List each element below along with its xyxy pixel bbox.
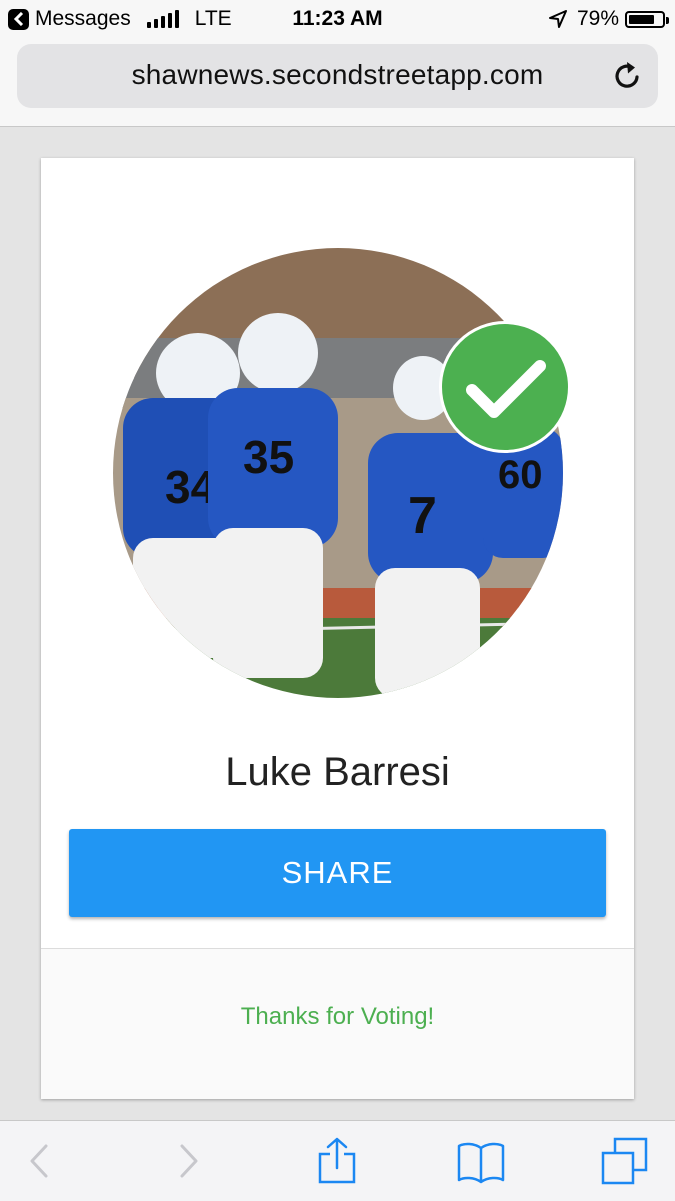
nav-forward-icon[interactable] xyxy=(164,1136,214,1186)
status-right: 79% xyxy=(548,7,669,31)
voted-check-badge xyxy=(439,321,571,453)
bookmarks-icon[interactable] xyxy=(456,1136,506,1186)
status-bar: Messages LTE 11:23 AM 79% xyxy=(0,0,675,38)
candidate-name: Luke Barresi xyxy=(225,750,450,794)
battery-percent: 79% xyxy=(576,7,619,30)
divider xyxy=(41,948,634,949)
vote-card: 34 35 7 60 Luke Barresi SHARE Thanks for… xyxy=(41,158,634,1099)
address-bar[interactable]: shawnews.secondstreetapp.com xyxy=(17,44,658,108)
battery-nub xyxy=(666,16,669,24)
tabs-icon[interactable] xyxy=(600,1136,650,1186)
thanks-message: Thanks for Voting! xyxy=(240,1003,435,1030)
candidate-photo: 34 35 7 60 xyxy=(113,248,563,698)
reload-icon[interactable] xyxy=(612,60,644,92)
svg-text:7: 7 xyxy=(408,487,437,545)
card-main: 34 35 7 60 Luke Barresi SHARE xyxy=(41,158,634,948)
svg-text:60: 60 xyxy=(498,453,543,497)
svg-text:35: 35 xyxy=(243,431,294,483)
battery-icon xyxy=(625,10,669,28)
browser-header: shawnews.secondstreetapp.com xyxy=(0,38,675,127)
share-icon[interactable] xyxy=(312,1136,362,1186)
candidate-photo-art: 34 35 7 60 xyxy=(113,248,563,698)
location-arrow-icon xyxy=(548,10,567,28)
nav-back-icon[interactable] xyxy=(14,1136,64,1186)
url-text[interactable]: shawnews.secondstreetapp.com xyxy=(17,59,658,91)
browser-toolbar xyxy=(0,1120,675,1201)
battery-fill xyxy=(629,14,654,24)
checkmark-icon xyxy=(466,360,546,418)
share-button[interactable]: SHARE xyxy=(69,829,606,917)
